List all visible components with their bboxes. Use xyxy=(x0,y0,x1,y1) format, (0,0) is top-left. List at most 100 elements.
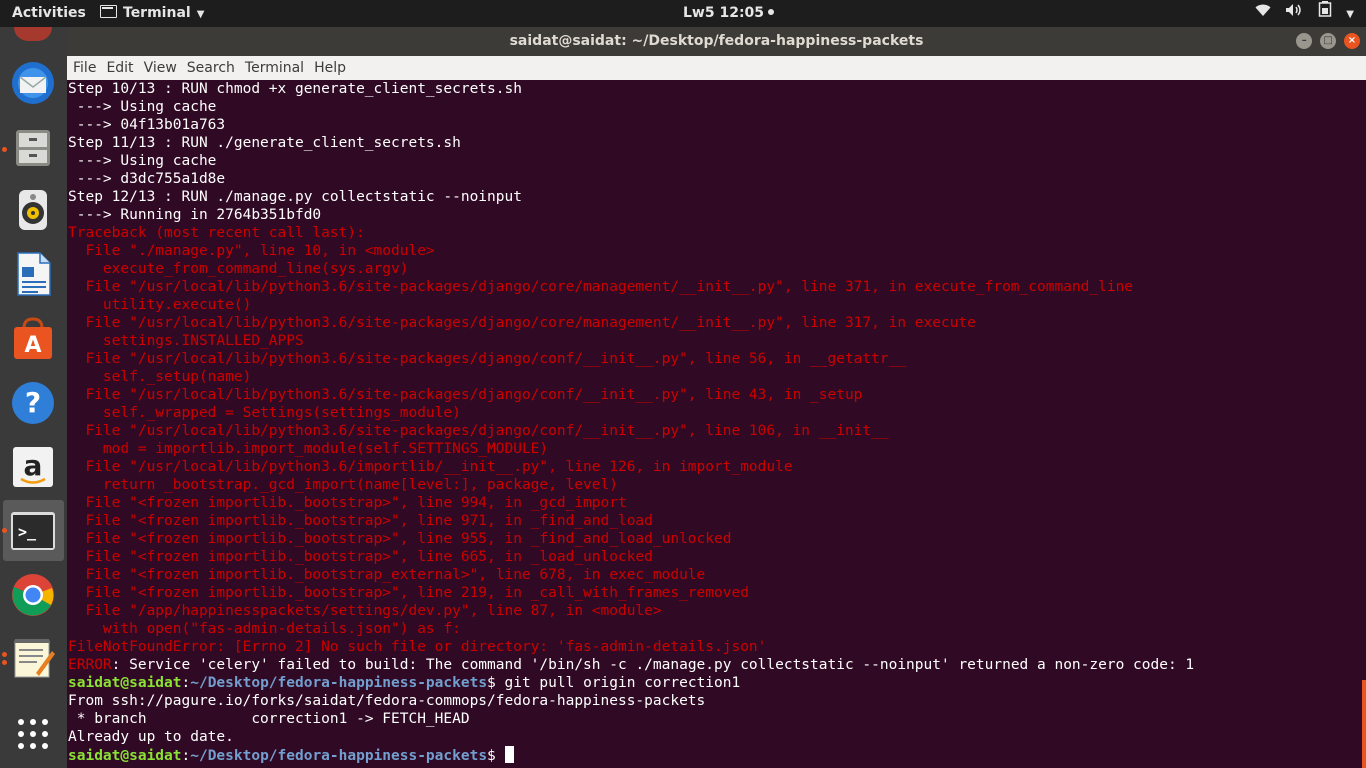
battery-icon[interactable] xyxy=(1318,0,1332,27)
chevron-down-icon[interactable]: ▼ xyxy=(1346,1,1354,28)
ubuntu-software-icon[interactable]: A xyxy=(10,316,56,362)
clock[interactable]: Lw5 12:05 xyxy=(683,0,775,27)
show-applications-icon[interactable] xyxy=(10,711,56,757)
error-label: ERROR xyxy=(68,657,112,673)
volume-icon[interactable] xyxy=(1285,0,1303,27)
traceback-line: mod = importlib.import_module(self.SETTI… xyxy=(68,441,549,457)
traceback-line: self._setup(name) xyxy=(68,369,252,385)
prompt-path: ~/Desktop/fedora-happiness-packets xyxy=(190,675,488,691)
output-line: Step 10/13 : RUN chmod +x generate_clien… xyxy=(68,81,522,97)
terminal-app-icon xyxy=(100,5,117,18)
close-button[interactable]: × xyxy=(1344,33,1360,49)
running-indicator xyxy=(2,652,7,657)
text-cursor xyxy=(504,746,514,763)
chevron-down-icon: ▼ xyxy=(196,9,205,20)
window-titlebar[interactable]: saidat@saidat: ~/Desktop/fedora-happines… xyxy=(67,27,1366,56)
menu-help[interactable]: Help xyxy=(309,56,351,80)
menu-edit[interactable]: Edit xyxy=(101,56,138,80)
terminal-icon[interactable]: >_ xyxy=(10,508,56,554)
thunderbird-mail-icon[interactable] xyxy=(10,60,56,106)
output-line: ---> Using cache xyxy=(68,99,217,115)
traceback-line: File "/app/happinesspackets/settings/dev… xyxy=(68,603,662,619)
traceback-line: FileNotFoundError: [Errno 2] No such fil… xyxy=(68,639,767,655)
traceback-line: Traceback (most recent call last): xyxy=(68,225,365,241)
traceback-line: execute_from_command_line(sys.argv) xyxy=(68,261,409,277)
traceback-line: File "<frozen importlib._bootstrap_exter… xyxy=(68,567,706,583)
clock-label: Lw5 12:05 xyxy=(683,5,765,21)
wifi-icon[interactable] xyxy=(1255,0,1271,27)
traceback-line: utility.execute() xyxy=(68,297,252,313)
traceback-line: File "/usr/local/lib/python3.6/site-pack… xyxy=(68,279,1134,295)
traceback-line: File "/usr/local/lib/python3.6/site-pack… xyxy=(68,423,889,439)
command-text: git pull origin correction1 xyxy=(504,675,741,691)
amazon-icon[interactable]: a xyxy=(10,444,56,490)
traceback-line: with open("fas-admin-details.json") as f… xyxy=(68,621,461,637)
libreoffice-writer-icon[interactable] xyxy=(10,251,56,297)
minimize-button[interactable]: – xyxy=(1296,33,1313,49)
traceback-line: File "/usr/local/lib/python3.6/site-pack… xyxy=(68,315,976,331)
traceback-line: File "<frozen importlib._bootstrap>", li… xyxy=(68,549,653,565)
traceback-line: self._wrapped = Settings(settings_module… xyxy=(68,405,461,421)
terminal-tail: ERROR: Service 'celery' failed to build:… xyxy=(68,656,1194,764)
help-glyph: ? xyxy=(25,386,41,419)
dock: A ? a >_ xyxy=(0,27,67,768)
traceback-line: File "<frozen importlib._bootstrap>", li… xyxy=(68,531,732,547)
window-title: saidat@saidat: ~/Desktop/fedora-happines… xyxy=(509,33,924,49)
system-tray[interactable]: ▼ xyxy=(1245,0,1354,27)
terminal-output[interactable]: Step 10/13 : RUN chmod +x generate_clien… xyxy=(67,80,1366,768)
prompt-separator: : xyxy=(181,675,191,691)
output-line: From ssh://pagure.io/forks/saidat/fedora… xyxy=(68,693,706,709)
maximize-button[interactable]: □ xyxy=(1320,33,1337,49)
error-line: ERROR: Service 'celery' failed to build:… xyxy=(68,656,1194,674)
traceback-line: File "<frozen importlib._bootstrap>", li… xyxy=(68,585,749,601)
prompt-separator: : xyxy=(181,748,191,764)
menu-terminal[interactable]: Terminal xyxy=(240,56,309,80)
traceback-line: File "/usr/local/lib/python3.6/importlib… xyxy=(68,459,793,475)
prompt-symbol: $ xyxy=(487,675,505,691)
menu-file[interactable]: File xyxy=(68,56,101,80)
rhythmbox-icon[interactable] xyxy=(10,187,56,233)
output-line: ---> Using cache xyxy=(68,153,217,169)
traceback-line: settings.INSTALLED_APPS xyxy=(68,333,304,349)
scrollbar[interactable] xyxy=(1362,680,1366,768)
terminal-glyph: >_ xyxy=(18,523,37,541)
terminal-lines: Step 10/13 : RUN chmod +x generate_clien… xyxy=(68,80,1133,656)
files-icon[interactable] xyxy=(10,124,56,170)
traceback-line: File "/usr/local/lib/python3.6/site-pack… xyxy=(68,387,863,403)
prompt-line: saidat@saidat:~/Desktop/fedora-happiness… xyxy=(68,674,1194,692)
dock-partial-icon[interactable] xyxy=(14,27,52,41)
menu-search[interactable]: Search xyxy=(182,56,240,80)
prompt-user: saidat@saidat xyxy=(68,675,182,691)
prompt-line-active: saidat@saidat:~/Desktop/fedora-happiness… xyxy=(68,746,1194,764)
app-menu[interactable]: Terminal ▼ xyxy=(100,0,204,27)
traceback-line: File "<frozen importlib._bootstrap>", li… xyxy=(68,513,653,529)
prompt-symbol: $ xyxy=(487,748,505,764)
output-line: Step 11/13 : RUN ./generate_client_secre… xyxy=(68,135,461,151)
notification-dot-icon xyxy=(768,9,775,15)
running-indicator xyxy=(2,528,7,533)
traceback-line: File "./manage.py", line 10, in <module> xyxy=(68,243,435,259)
output-line: Already up to date. xyxy=(68,729,234,745)
svg-text:A: A xyxy=(24,333,41,358)
prompt-path: ~/Desktop/fedora-happiness-packets xyxy=(190,748,488,764)
output-line: * branch correction1 -> FETCH_HEAD xyxy=(68,711,470,727)
prompt-user: saidat@saidat xyxy=(68,748,182,764)
window-controls: – □ × xyxy=(1293,33,1360,50)
amazon-glyph: a xyxy=(24,449,43,482)
running-indicator xyxy=(2,660,7,665)
text-editor-icon[interactable] xyxy=(10,635,56,681)
chrome-icon[interactable] xyxy=(10,572,56,618)
output-line: ---> Running in 2764b351bfd0 xyxy=(68,207,322,223)
help-icon[interactable]: ? xyxy=(10,380,56,426)
menu-bar: File Edit View Search Terminal Help xyxy=(67,56,1366,80)
activities-button[interactable]: Activities xyxy=(12,0,86,27)
output-line: ---> 04f13b01a763 xyxy=(68,117,226,133)
output-line: Step 12/13 : RUN ./manage.py collectstat… xyxy=(68,189,522,205)
error-message: : Service 'celery' failed to build: The … xyxy=(111,657,1195,673)
traceback-line: File "/usr/local/lib/python3.6/site-pack… xyxy=(68,351,907,367)
output-line: ---> d3dc755a1d8e xyxy=(68,171,226,187)
app-menu-label: Terminal xyxy=(123,5,191,21)
menu-view[interactable]: View xyxy=(139,56,182,80)
top-bar: Activities Terminal ▼ Lw5 12:05 ▼ xyxy=(0,0,1366,27)
traceback-line: return _bootstrap._gcd_import(name[level… xyxy=(68,477,618,493)
